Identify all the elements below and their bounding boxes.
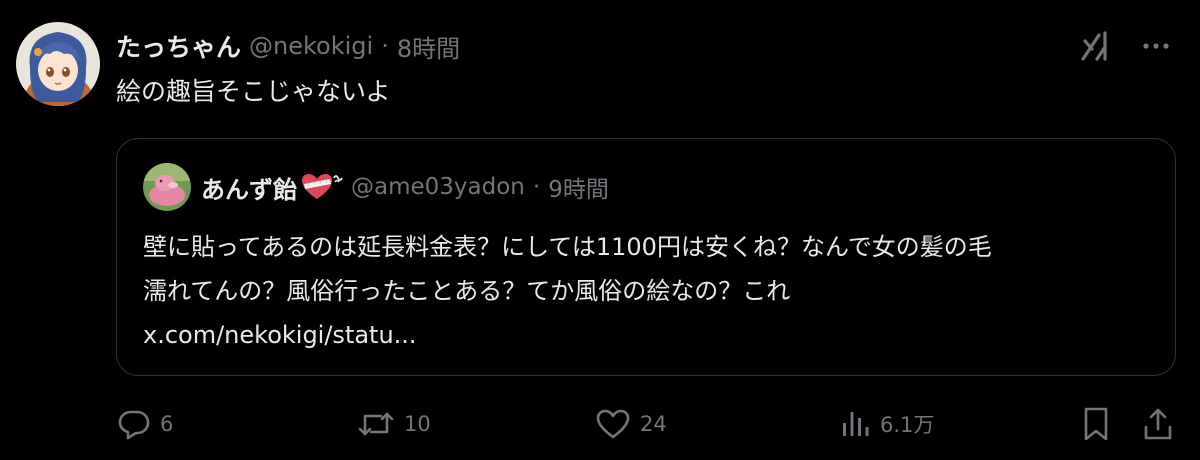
more-icon[interactable]: [1136, 26, 1176, 66]
quote-header: あんず飴 @ame03yadon · 9時間: [201, 169, 609, 205]
quote-display-name[interactable]: あんず飴: [201, 170, 297, 205]
tweet-text: 絵の趣旨そこじゃないよ: [116, 77, 391, 106]
repost-count: 10: [404, 412, 431, 436]
top-actions: [1074, 26, 1176, 66]
like-button[interactable]: 24: [594, 400, 667, 448]
reply-icon: [118, 410, 150, 440]
quote-text-line: 濡れてんの？風俗行ったことある？てか風俗の絵なの？これ: [143, 277, 791, 305]
views-count: 6.1万: [880, 413, 935, 437]
repost-icon: [358, 412, 394, 436]
like-count: 24: [640, 412, 667, 436]
reply-count: 6: [160, 412, 174, 436]
quote-text-line: 壁に貼ってあるのは延長料金表？にしては1100円は安くね？なんで女の髪の毛: [143, 233, 992, 261]
bandaged-heart-icon: [301, 172, 345, 202]
bookmark-icon: [1084, 407, 1108, 441]
share-icon: [1144, 408, 1172, 440]
bookmark-button[interactable]: [1078, 400, 1114, 448]
share-button[interactable]: [1140, 400, 1176, 448]
quote-link[interactable]: x.com/nekokigi/statu...: [143, 313, 1153, 357]
quote-avatar[interactable]: [143, 163, 191, 211]
quote-separator-dot: ·: [532, 174, 541, 200]
quoted-tweet[interactable]: あんず飴 @ame03yadon · 9時間 壁に貼ってあるのは延長料金表？にし…: [116, 138, 1176, 376]
views-icon: [843, 412, 869, 436]
heart-icon: [596, 409, 630, 439]
separator-dot: ·: [381, 32, 389, 60]
views-button[interactable]: 6.1万: [840, 400, 934, 448]
repost-button[interactable]: 10: [356, 400, 431, 448]
user-handle[interactable]: @nekokigi: [249, 32, 373, 60]
quote-text: 壁に貼ってあるのは延長料金表？にしては1100円は安くね？なんで女の髪の毛 濡れ…: [143, 225, 1153, 357]
timestamp[interactable]: 8時間: [397, 29, 460, 64]
tweet-header: たっちゃん @nekokigi · 8時間: [116, 28, 460, 64]
avatar[interactable]: [16, 22, 100, 106]
tweet[interactable]: たっちゃん @nekokigi · 8時間 絵の趣旨そこじゃないよ あんず飴 @…: [0, 0, 1200, 460]
display-name[interactable]: たっちゃん: [116, 28, 241, 64]
quote-timestamp[interactable]: 9時間: [548, 170, 609, 204]
grok-icon[interactable]: [1074, 26, 1114, 66]
action-bar: 6 10 24 6.1万: [116, 400, 1180, 448]
reply-button[interactable]: 6: [116, 400, 173, 448]
quote-user-handle[interactable]: @ame03yadon: [351, 174, 525, 200]
